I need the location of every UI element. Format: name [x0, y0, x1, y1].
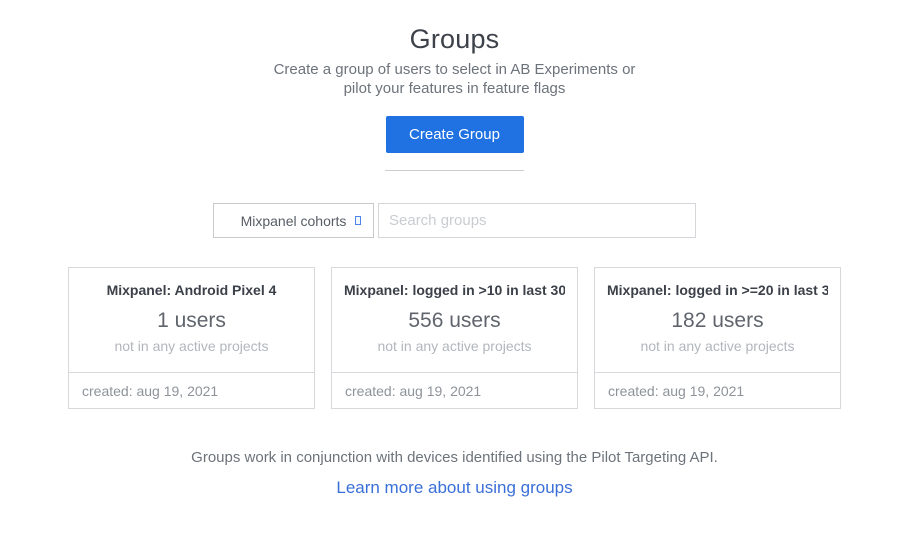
- group-card-title: Mixpanel: logged in >10 in last 30 ...: [344, 282, 565, 298]
- group-card-body: Mixpanel: logged in >10 in last 30 ... 5…: [332, 268, 577, 372]
- filter-controls: Mixpanel cohorts: [213, 203, 696, 238]
- learn-more-link[interactable]: Learn more about using groups: [336, 478, 572, 498]
- group-card[interactable]: Mixpanel: Android Pixel 4 1 users not in…: [68, 267, 315, 409]
- subtitle-line-2: pilot your features in feature flags: [274, 79, 636, 98]
- group-card-user-count: 1 users: [81, 309, 302, 333]
- dropdown-indicator-icon: [355, 216, 361, 225]
- cohort-source-dropdown[interactable]: Mixpanel cohorts: [213, 203, 374, 238]
- group-card-title: Mixpanel: logged in >=20 in last 30...: [607, 282, 828, 298]
- pilot-targeting-note: Groups work in conjunction with devices …: [191, 449, 718, 466]
- group-card-status: not in any active projects: [344, 338, 565, 354]
- group-card-user-count: 182 users: [607, 309, 828, 333]
- section-divider: [385, 170, 524, 171]
- group-card-created-date: created: aug 19, 2021: [595, 372, 840, 408]
- group-card-created-date: created: aug 19, 2021: [69, 372, 314, 408]
- group-card-status: not in any active projects: [607, 338, 828, 354]
- group-card[interactable]: Mixpanel: logged in >=20 in last 30... 1…: [594, 267, 841, 409]
- cohort-source-dropdown-value: Mixpanel cohorts: [241, 213, 347, 229]
- search-groups-input[interactable]: [378, 203, 696, 238]
- page-subtitle: Create a group of users to select in AB …: [274, 60, 636, 98]
- group-card-title: Mixpanel: Android Pixel 4: [81, 282, 302, 298]
- create-group-button[interactable]: Create Group: [386, 116, 524, 153]
- page-title: Groups: [410, 24, 500, 55]
- group-card-status: not in any active projects: [81, 338, 302, 354]
- groups-page: Groups Create a group of users to select…: [0, 0, 909, 558]
- group-card-created-date: created: aug 19, 2021: [332, 372, 577, 408]
- group-cards-row: Mixpanel: Android Pixel 4 1 users not in…: [68, 267, 841, 409]
- group-card[interactable]: Mixpanel: logged in >10 in last 30 ... 5…: [331, 267, 578, 409]
- group-card-user-count: 556 users: [344, 309, 565, 333]
- group-card-body: Mixpanel: Android Pixel 4 1 users not in…: [69, 268, 314, 372]
- subtitle-line-1: Create a group of users to select in AB …: [274, 60, 636, 79]
- group-card-body: Mixpanel: logged in >=20 in last 30... 1…: [595, 268, 840, 372]
